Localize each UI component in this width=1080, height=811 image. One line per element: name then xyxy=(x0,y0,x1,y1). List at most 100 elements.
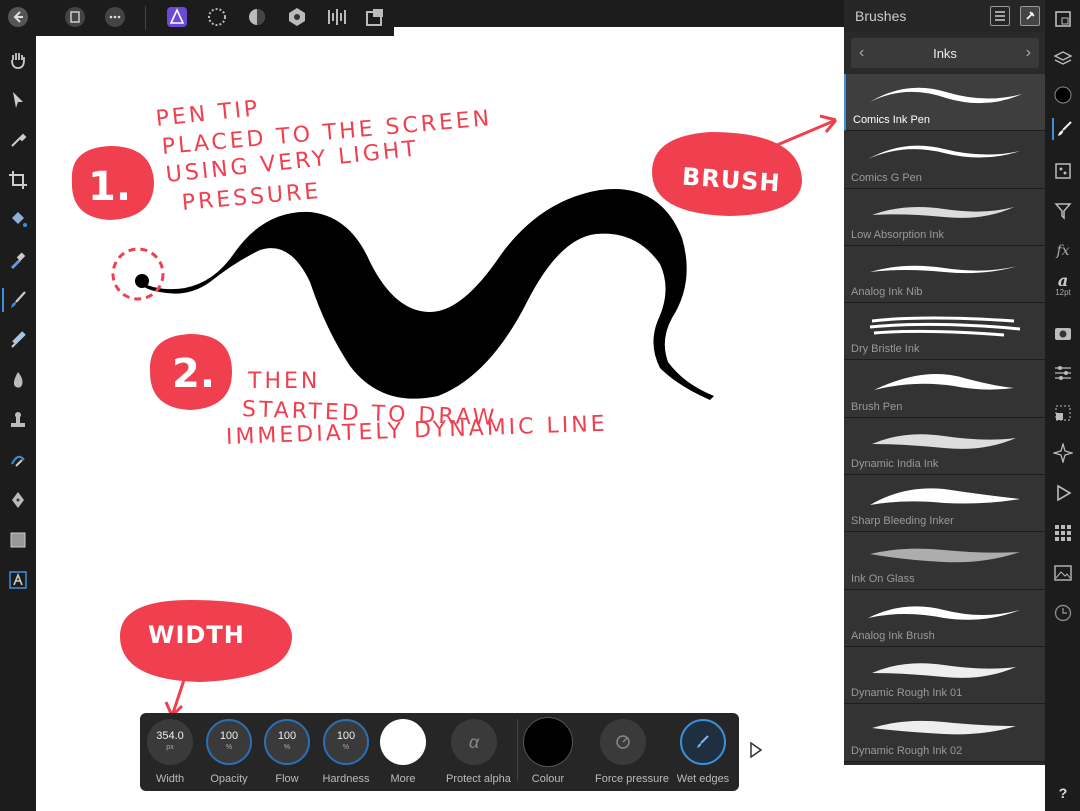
clone-stamp-icon[interactable] xyxy=(6,408,30,432)
pen-tip-marker xyxy=(111,247,165,301)
more-control[interactable]: More xyxy=(375,719,431,785)
paint-brush-icon[interactable] xyxy=(2,288,32,312)
list-view-icon[interactable] xyxy=(990,6,1010,26)
assistant-icon[interactable] xyxy=(326,6,348,28)
brush-list: Comics Ink Pen Comics G Pen Low Absorpti… xyxy=(844,74,1045,762)
tone-mapping-persona-icon[interactable] xyxy=(246,6,268,28)
adjustments-icon[interactable] xyxy=(1052,200,1074,222)
brush-item-name: Analog Ink Nib xyxy=(851,286,923,299)
brush-item[interactable]: Comics G Pen xyxy=(844,131,1045,189)
brush-item-name: Brush Pen xyxy=(851,400,903,413)
protect-alpha-icon[interactable]: α xyxy=(451,719,497,765)
opacity-control[interactable]: 100 % Opacity xyxy=(201,719,257,785)
rectangle-tool-icon[interactable] xyxy=(6,528,30,552)
brush-arrow xyxy=(769,114,838,150)
dodge-burn-icon[interactable] xyxy=(6,368,30,392)
hardness-control[interactable]: 100 % Hardness xyxy=(318,719,374,785)
brush-item[interactable]: Sharp Bleeding Inker xyxy=(844,475,1045,533)
opacity-unit: % xyxy=(225,744,233,751)
brush-item[interactable]: Dynamic Rough Ink 02 xyxy=(844,704,1045,762)
flow-control[interactable]: 100 % Flow xyxy=(259,719,315,785)
grid-icon[interactable] xyxy=(1052,522,1074,544)
play-icon[interactable] xyxy=(1052,482,1074,504)
snapping-icon[interactable] xyxy=(1052,442,1074,464)
crop-tool-icon[interactable] xyxy=(6,168,30,192)
brush-item[interactable]: Comics Ink Pen xyxy=(844,74,1045,132)
flood-fill-icon[interactable] xyxy=(6,208,30,232)
brush-item-name: Comics G Pen xyxy=(851,171,922,184)
color-icon[interactable] xyxy=(1052,84,1074,106)
brush-item[interactable]: Dynamic Rough Ink 01 xyxy=(844,646,1045,705)
width-value: 354.0 xyxy=(156,730,184,742)
text-styles-icon[interactable]: a 12pt xyxy=(1052,271,1074,298)
move-tool-icon[interactable] xyxy=(6,88,30,112)
fx-icon[interactable]: fx xyxy=(1052,240,1074,262)
width-arrow xyxy=(164,679,186,718)
step2-line-1: THEN xyxy=(248,369,321,394)
wet-edges-icon[interactable] xyxy=(680,719,726,765)
brush-item[interactable]: Dynamic India Ink xyxy=(844,417,1045,476)
brush-item[interactable]: Brush Pen xyxy=(844,360,1045,418)
category-next-icon[interactable]: › xyxy=(1026,44,1031,62)
canvas-edge xyxy=(394,27,844,36)
step2-text: THEN STARTED TO DRAW IMMEDIATELY DYNAMIC… xyxy=(226,368,608,452)
flow-dial[interactable]: 100 % xyxy=(264,719,310,765)
brush-item[interactable]: Analog Ink Nib xyxy=(844,245,1045,304)
brush-item-name: Ink On Glass xyxy=(851,572,915,585)
color-picker-icon[interactable] xyxy=(6,128,30,152)
fill-brush-icon[interactable] xyxy=(6,248,30,272)
designer-persona-icon[interactable] xyxy=(166,6,188,28)
image-icon[interactable] xyxy=(1052,562,1074,584)
back-icon[interactable] xyxy=(7,6,29,28)
text-tool-icon[interactable] xyxy=(6,568,30,592)
colour-swatch[interactable] xyxy=(523,717,573,767)
pixel-brush-icon[interactable] xyxy=(6,328,30,352)
brushes-tab-icon[interactable] xyxy=(1052,118,1076,140)
layers-icon[interactable] xyxy=(1052,48,1074,70)
pixel-persona-icon[interactable] xyxy=(206,6,228,28)
colour-control[interactable]: Colour xyxy=(520,717,576,785)
pen-tool-icon[interactable] xyxy=(6,488,30,512)
swatches-icon[interactable] xyxy=(1052,160,1074,182)
brush-item-name: Low Absorption Ink xyxy=(851,228,944,241)
toolbar-separator xyxy=(517,719,518,781)
brush-category-selector[interactable]: ‹ Inks › xyxy=(851,38,1039,68)
transform-icon[interactable] xyxy=(1052,402,1074,424)
brush-item[interactable]: Dry Bristle Ink xyxy=(844,303,1045,361)
brush-item[interactable]: Low Absorption Ink xyxy=(844,188,1045,246)
more-button[interactable] xyxy=(380,719,426,765)
text-size-label: 12pt xyxy=(1055,288,1071,297)
document-icon[interactable] xyxy=(64,6,86,28)
expand-toolbar-icon[interactable] xyxy=(750,741,763,759)
drawing-canvas[interactable]: 1. 2. BRUSH WIDTH PEN TIP PLACED TO THE … xyxy=(36,36,844,811)
brush-context-toolbar: 354.0 px Width 100 % Opacity 100 % Flow … xyxy=(140,713,739,791)
export-persona-icon[interactable] xyxy=(286,6,308,28)
hardness-dial[interactable]: 100 % xyxy=(323,719,369,765)
colour-label: Colour xyxy=(531,773,565,785)
width-dial[interactable]: 354.0 px xyxy=(147,719,193,765)
navigator-icon[interactable] xyxy=(1052,8,1074,30)
wet-edges-control[interactable]: Wet edges xyxy=(675,719,731,785)
force-pressure-icon[interactable] xyxy=(600,719,646,765)
width-control[interactable]: 354.0 px Width xyxy=(142,719,198,785)
brush-item[interactable]: Analog Ink Brush xyxy=(844,589,1045,647)
brush-item-name: Sharp Bleeding Inker xyxy=(851,515,954,528)
sliders-icon[interactable] xyxy=(1052,362,1074,384)
force-pressure-label: Force pressure xyxy=(595,773,669,785)
brush-item-name: Analog Ink Brush xyxy=(851,629,935,642)
hand-tool-icon[interactable] xyxy=(6,48,30,72)
wet-edges-label: Wet edges xyxy=(676,773,730,785)
pin-icon[interactable] xyxy=(1020,6,1040,26)
force-pressure-control[interactable]: Force pressure xyxy=(595,719,669,785)
arrange-icon[interactable] xyxy=(364,6,386,28)
more-icon[interactable] xyxy=(104,6,126,28)
smudge-icon[interactable] xyxy=(6,448,30,472)
opacity-dial[interactable]: 100 % xyxy=(206,719,252,765)
category-prev-icon[interactable]: ‹ xyxy=(859,44,864,62)
text-styles-glyph: a xyxy=(1057,271,1069,290)
protect-alpha-control[interactable]: α Protect alpha xyxy=(446,719,511,785)
history-icon[interactable] xyxy=(1052,602,1074,624)
camera-icon[interactable] xyxy=(1052,322,1074,344)
brush-item[interactable]: Ink On Glass xyxy=(844,532,1045,590)
help-icon[interactable]: ? xyxy=(1052,782,1074,804)
